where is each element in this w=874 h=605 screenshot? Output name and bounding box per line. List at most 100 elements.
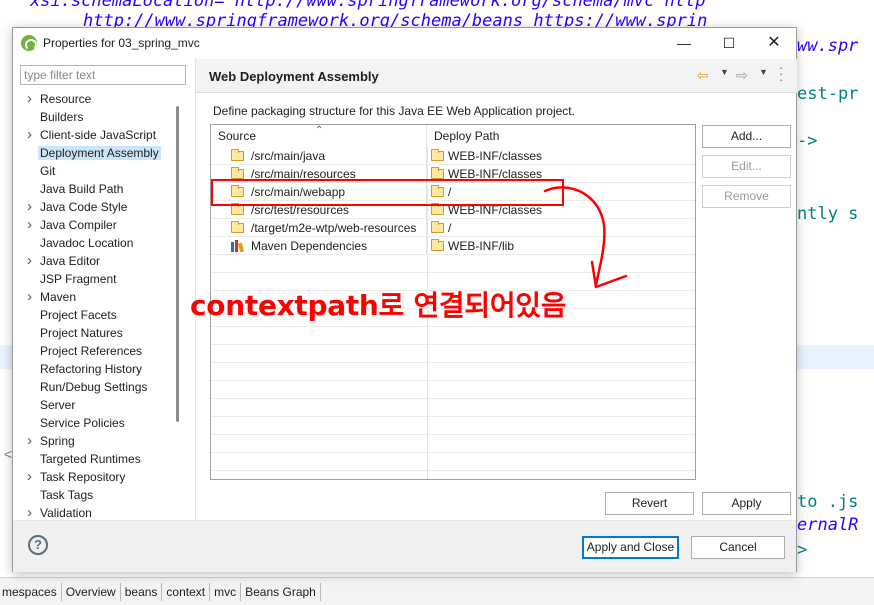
tree-item-label: Java Editor: [40, 254, 101, 268]
add-button[interactable]: Add...: [702, 125, 791, 148]
tree-item[interactable]: Targeted Runtimes: [20, 450, 180, 468]
dialog-footer: ? Apply and Close Cancel: [13, 521, 796, 572]
chevron-right-icon[interactable]: ›: [27, 432, 32, 450]
tree-item[interactable]: › Java Compiler: [20, 216, 180, 234]
maximize-icon[interactable]: ☐: [718, 33, 740, 53]
table-row[interactable]: /target/m2e-wtp/web-resources /: [211, 219, 695, 237]
tab-namespaces[interactable]: mespaces: [0, 582, 62, 601]
back-arrow-icon[interactable]: ⇦: [697, 67, 709, 84]
filter-input[interactable]: type filter text: [20, 65, 186, 85]
tree-item-label: Server: [40, 398, 76, 412]
tree-item[interactable]: Project References: [20, 342, 180, 360]
deploy-cell: WEB-INF/lib: [427, 237, 695, 255]
tab-mvc[interactable]: mvc: [210, 582, 242, 601]
chevron-right-icon[interactable]: ›: [27, 288, 32, 306]
folder-icon: [231, 203, 244, 215]
bg-code-line-3: ww.spr: [797, 36, 859, 56]
tree-item[interactable]: Task Tags: [20, 486, 180, 504]
deploy-cell: WEB-INF/classes: [427, 147, 695, 165]
tree-item[interactable]: Run/Debug Settings: [20, 378, 180, 396]
spring-app-icon: [21, 35, 37, 51]
tree-item-label: Builders: [40, 110, 84, 124]
tree-item[interactable]: › Client-side JavaScript: [20, 126, 180, 144]
tree-item-label: Run/Debug Settings: [40, 380, 148, 394]
edit-button[interactable]: Edit...: [702, 155, 791, 178]
bg-code-line-1: xsi:schemaLocation="http://www.springfra…: [30, 0, 706, 11]
tab-context[interactable]: context: [162, 582, 211, 601]
revert-button[interactable]: Revert: [605, 492, 694, 515]
tree-item[interactable]: Javadoc Location: [20, 234, 180, 252]
chevron-right-icon[interactable]: ›: [27, 126, 32, 144]
table-row: [211, 345, 695, 363]
close-icon[interactable]: ✕: [763, 33, 785, 53]
page-description: Define packaging structure for this Java…: [213, 104, 575, 118]
folder-icon: [431, 167, 444, 179]
table-row: [211, 255, 695, 273]
apply-and-close-button[interactable]: Apply and Close: [582, 536, 679, 559]
forward-dropdown-icon[interactable]: ▼: [759, 67, 768, 77]
tree-item[interactable]: Java Build Path: [20, 180, 180, 198]
title-bar: Properties for 03_spring_mvc — ☐ ✕: [13, 28, 796, 58]
forward-arrow-icon[interactable]: ⇨: [736, 67, 748, 84]
remove-button[interactable]: Remove: [702, 185, 791, 208]
chevron-right-icon[interactable]: ›: [27, 468, 32, 486]
table-row: [211, 363, 695, 381]
tree-item[interactable]: Service Policies: [20, 414, 180, 432]
table-row[interactable]: /src/main/java WEB-INF/classes: [211, 147, 695, 165]
chevron-right-icon[interactable]: ›: [27, 90, 32, 108]
tree-item[interactable]: › Maven: [20, 288, 180, 306]
deploy-text: /: [448, 221, 452, 235]
folder-icon: [431, 239, 444, 251]
chevron-right-icon[interactable]: ›: [27, 504, 32, 520]
tab-overview[interactable]: Overview: [62, 582, 121, 601]
tree-item[interactable]: Git: [20, 162, 180, 180]
tree-item[interactable]: › Validation: [20, 504, 180, 520]
tree-item[interactable]: › Task Repository: [20, 468, 180, 486]
chevron-right-icon[interactable]: ›: [27, 198, 32, 216]
tree-item-label: Task Repository: [40, 470, 126, 484]
table-row: [211, 381, 695, 399]
tree-item-label: Java Compiler: [40, 218, 117, 232]
tree-item[interactable]: › Spring: [20, 432, 180, 450]
tree-item[interactable]: JSP Fragment: [20, 270, 180, 288]
view-menu-icon[interactable]: · · ·: [779, 61, 783, 86]
chevron-right-icon[interactable]: ›: [27, 216, 32, 234]
tree-scrollbar[interactable]: [176, 106, 179, 422]
tree-item[interactable]: › Resource: [20, 90, 180, 108]
tab-beans-graph[interactable]: Beans Graph: [241, 582, 321, 601]
table-row: [211, 327, 695, 345]
tree-item-label: Validation: [40, 506, 92, 520]
tree-item-label: Service Policies: [40, 416, 125, 430]
tree-item[interactable]: Project Natures: [20, 324, 180, 342]
tree-item[interactable]: Refactoring History: [20, 360, 180, 378]
tree-item[interactable]: Project Facets: [20, 306, 180, 324]
table-row[interactable]: Maven Dependencies WEB-INF/lib: [211, 237, 695, 255]
cancel-button[interactable]: Cancel: [691, 536, 785, 559]
help-icon[interactable]: ?: [28, 535, 48, 555]
bg-code-line-5: ->: [797, 131, 818, 151]
bg-code-line-6: ntly s: [797, 204, 859, 224]
tree-item[interactable]: Deployment Assembly: [20, 144, 180, 162]
tree-item-label: Project Natures: [40, 326, 123, 340]
minimize-icon[interactable]: —: [673, 33, 695, 53]
column-header-deploy[interactable]: Deploy Path: [427, 125, 695, 147]
tree-item-label: Git: [40, 164, 56, 178]
chevron-right-icon[interactable]: ›: [27, 252, 32, 270]
column-header-source[interactable]: Source ⌃: [211, 125, 427, 147]
source-text: /src/main/java: [251, 149, 326, 163]
tree-item[interactable]: › Java Editor: [20, 252, 180, 270]
table-row: [211, 399, 695, 417]
bg-code-line-9: >: [797, 540, 808, 560]
tab-beans[interactable]: beans: [121, 582, 163, 601]
tree-item[interactable]: › Java Code Style: [20, 198, 180, 216]
folder-icon: [431, 221, 444, 233]
page-title: Web Deployment Assembly: [209, 69, 379, 84]
apply-button[interactable]: Apply: [702, 492, 791, 515]
back-dropdown-icon[interactable]: ▼: [720, 67, 729, 77]
page-header: Web Deployment Assembly ⇦ ▼ ⇨ ▼ · · ·: [196, 59, 797, 93]
bg-fold-icon: <: [4, 446, 13, 462]
tree-item[interactable]: Builders: [20, 108, 180, 126]
tree-item-label: Project References: [40, 344, 143, 358]
tree-item[interactable]: Server: [20, 396, 180, 414]
tree-item-label: Deployment Assembly: [38, 146, 161, 160]
